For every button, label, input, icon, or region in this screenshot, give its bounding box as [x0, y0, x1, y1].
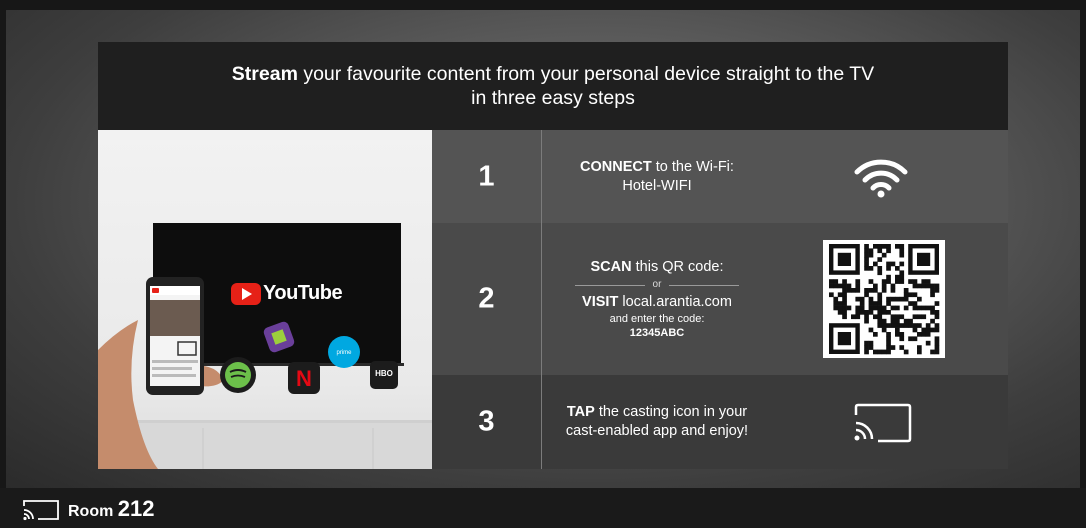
netflix-icon: N [288, 362, 320, 394]
title-line-2: in three easy steps [471, 87, 635, 109]
step-tap: 3 TAP the casting icon in your cast-enab… [432, 375, 1008, 469]
cast-icon [852, 403, 912, 448]
wifi-network-name: Hotel-WIFI [622, 177, 692, 194]
step-description-line-2: cast-enabled app and enjoy! [565, 423, 749, 439]
step-text: CONNECT to the Wi-Fi: Hotel-WIFI [542, 158, 772, 196]
or-separator: or [542, 279, 772, 291]
steps-panel: 1 CONNECT to the Wi-Fi: Hotel-WIFI 2 SCA… [432, 130, 1008, 469]
promo-photo: N prime HBO YouTube [98, 130, 432, 469]
enter-code-instruction: and enter the code: [609, 313, 705, 325]
spotify-icon [220, 357, 256, 393]
title-bold: Stream [231, 63, 298, 85]
step-text: TAP the casting icon in your cast-enable… [542, 403, 772, 441]
step-text: SCAN this QR code: or VISIT local.aranti… [542, 258, 772, 340]
step-description: this QR code: [631, 259, 724, 275]
page-title: Stream your favourite content from your … [98, 42, 1008, 130]
tv-brand-label: YouTube [263, 282, 343, 304]
room-label: Room [68, 503, 114, 520]
step-description: to the Wi-Fi: [651, 158, 734, 175]
or-text: or [652, 279, 662, 290]
title-line-1: Stream your favourite content from your … [98, 62, 1008, 86]
wifi-icon [853, 156, 909, 203]
tv-frame: Stream your favourite content from your … [0, 0, 1086, 528]
step-action: SCAN [590, 259, 632, 275]
hbo-now-icon: HBO [370, 361, 398, 389]
step-action: TAP [566, 404, 595, 420]
footer-bar: Room 212 [0, 488, 1086, 528]
step-connect: 1 CONNECT to the Wi-Fi: Hotel-WIFI [432, 130, 1008, 223]
step-action-visit: VISIT [582, 294, 619, 310]
room-indicator: Room 212 [68, 496, 155, 522]
step-number: 2 [478, 282, 495, 315]
step-number: 1 [478, 160, 495, 192]
step-action: CONNECT [580, 158, 652, 175]
visit-url: local.arantia.com [618, 294, 732, 310]
svg-text:HBO: HBO [375, 369, 393, 378]
room-number: 212 [117, 496, 155, 521]
title-rest: your favourite content from your persona… [297, 63, 875, 85]
svg-text:prime: prime [336, 350, 352, 356]
qr-code [823, 240, 945, 358]
cast-icon [22, 499, 60, 526]
step-scan: 2 SCAN this QR code: or VISIT local.aran… [432, 223, 1008, 375]
step-number: 3 [478, 405, 495, 438]
step-description: the casting icon in your [594, 404, 748, 420]
svg-text:N: N [296, 366, 312, 391]
access-code: 12345ABC [629, 327, 685, 339]
prime-video-icon: prime [328, 336, 360, 368]
